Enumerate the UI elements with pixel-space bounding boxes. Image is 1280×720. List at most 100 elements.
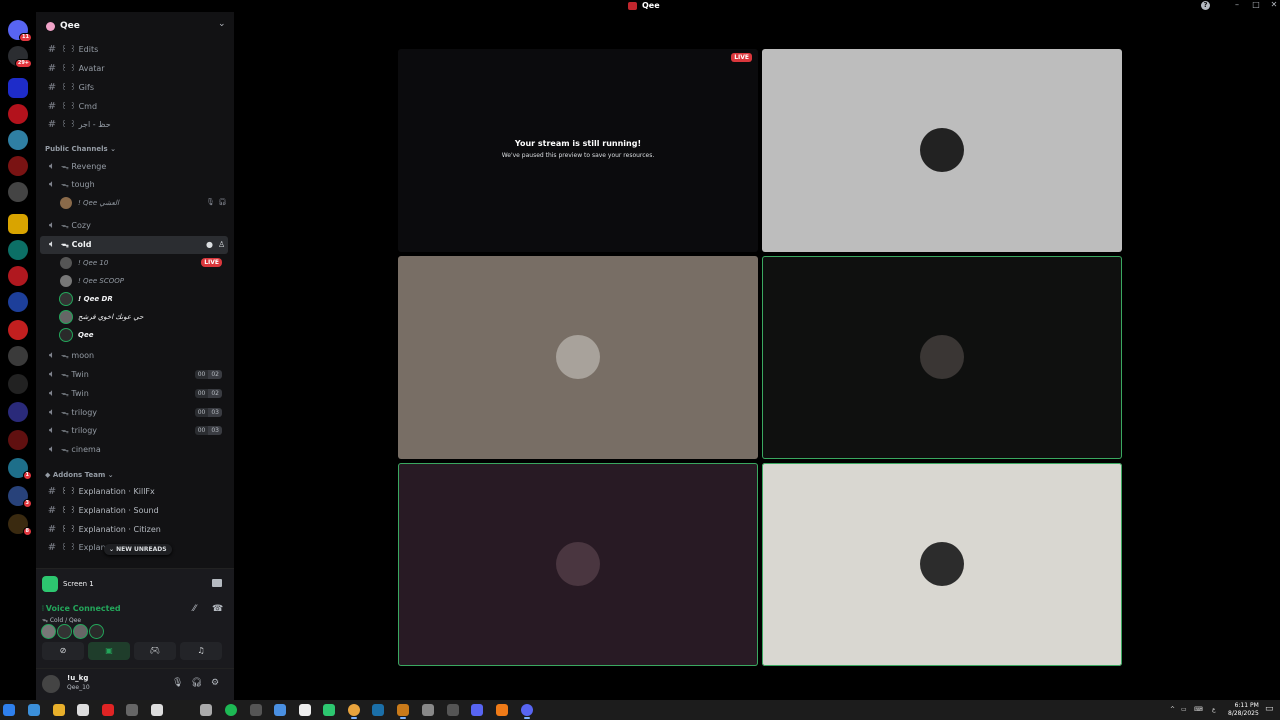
file-explorer-icon[interactable]: [53, 704, 65, 716]
notification-icon[interactable]: ▭: [1265, 704, 1274, 714]
server-icon[interactable]: 3: [8, 486, 32, 508]
avatar[interactable]: [74, 625, 87, 638]
screen-share-button[interactable]: ▣: [88, 642, 130, 660]
discord-icon[interactable]: [521, 704, 533, 719]
app-icon[interactable]: [422, 704, 434, 716]
direct-messages-icon[interactable]: 11: [8, 20, 32, 42]
server-icon[interactable]: [8, 104, 28, 124]
server-icon[interactable]: [8, 320, 28, 340]
participant-tile[interactable]: [762, 463, 1122, 666]
voice-member[interactable]: ! Qee العشي 🎙︎ 🎧︎: [60, 195, 228, 211]
server-icon[interactable]: [8, 78, 28, 98]
chrome-icon[interactable]: [348, 704, 360, 719]
keyboard-icon[interactable]: ⌨: [1194, 706, 1203, 713]
app-icon[interactable]: [397, 704, 409, 719]
voice-channel-trilogy[interactable]: 🔈︎ ᯓ trilogy 00 03: [40, 404, 228, 422]
voice-channel-path[interactable]: ᯓ Cold / Qee: [42, 616, 81, 624]
app-icon[interactable]: [200, 704, 212, 716]
camera-off-button[interactable]: ⊘: [42, 642, 84, 660]
spotify-icon[interactable]: [225, 704, 237, 716]
inbox-icon[interactable]: 29+: [8, 46, 32, 68]
voice-channel-revenge[interactable]: 🔈︎ ᯓ Revenge: [40, 158, 228, 176]
channel-luck[interactable]: # ꒰ ꒱ حظ - اجر: [40, 116, 228, 134]
avatar[interactable]: [90, 625, 103, 638]
invite-icon[interactable]: ♙: [218, 240, 225, 250]
participant-tile[interactable]: [398, 463, 758, 666]
voice-channel-cozy[interactable]: 🔈︎ ᯓ Cozy: [40, 217, 228, 235]
avatar[interactable]: [58, 625, 71, 638]
server-icon[interactable]: 8: [8, 514, 32, 536]
app-icon[interactable]: [496, 704, 508, 716]
help-icon[interactable]: ?: [1201, 1, 1210, 10]
headphones-icon[interactable]: 🎧︎: [191, 678, 202, 688]
stop-stream-icon[interactable]: [212, 579, 222, 587]
server-icon[interactable]: [8, 430, 28, 450]
server-icon[interactable]: [8, 182, 28, 202]
voice-status[interactable]: ⫶ Voice Connected: [42, 604, 121, 614]
server-icon[interactable]: [8, 266, 28, 286]
participant-tile[interactable]: [762, 256, 1122, 459]
channel-explanation-sound[interactable]: # ꒰ ꒱ Explanation · Sound: [40, 502, 228, 520]
windows-start-icon[interactable]: [3, 704, 15, 716]
channel-explanation-killfx[interactable]: # ꒰ ꒱ Explanation · KillFx: [40, 483, 228, 501]
steam-icon[interactable]: [372, 704, 384, 716]
avatar[interactable]: [42, 675, 60, 693]
server-icon[interactable]: [8, 402, 28, 422]
app-icon[interactable]: [250, 704, 262, 716]
channel-gifs[interactable]: # ꒰ ꒱ Gifs: [40, 79, 228, 97]
server-icon[interactable]: [8, 292, 28, 312]
minimize-button[interactable]: –: [1230, 0, 1244, 11]
app-icon[interactable]: [447, 704, 459, 716]
voice-channel-cold[interactable]: 🔈︎ ᯓ Cold ● ♙: [40, 236, 228, 254]
new-unreads-button[interactable]: ⌄ NEW UNREADS: [104, 544, 172, 555]
youtube-icon[interactable]: [102, 704, 114, 716]
server-icon[interactable]: [8, 156, 28, 176]
language-icon[interactable]: ع: [1212, 706, 1216, 713]
channel-avatar[interactable]: # ꒰ ꒱ Avatar: [40, 60, 228, 78]
maximize-button[interactable]: □: [1249, 0, 1263, 11]
server-icon[interactable]: 1: [8, 458, 32, 480]
voice-member[interactable]: ! Qee 10 LIVE: [60, 255, 228, 271]
voice-channel-cinema[interactable]: 🔈︎ ᯓ cinema: [40, 441, 228, 459]
voice-member[interactable]: ! Qee SCOOP: [60, 273, 228, 289]
server-icon[interactable]: [8, 374, 28, 394]
app-icon[interactable]: [151, 704, 163, 716]
close-button[interactable]: ✕: [1267, 0, 1280, 11]
clock[interactable]: 6:11 PM 8/28/2025: [1228, 702, 1259, 718]
voice-channel-tough[interactable]: 🔈︎ ᯓ tough: [40, 176, 228, 194]
voice-channel-twin[interactable]: 🔈︎ ᯓ Twin 00 02: [40, 385, 228, 403]
channel-cmd[interactable]: # ꒰ ꒱ Cmd: [40, 98, 228, 116]
participant-tile[interactable]: [398, 256, 758, 459]
stream-tile[interactable]: LIVE Your stream is still running! We've…: [398, 49, 758, 252]
channel-edits[interactable]: # ꒰ ꒱ Edits: [40, 41, 228, 59]
participant-tile[interactable]: [762, 49, 1122, 252]
chevron-up-icon[interactable]: ^: [1170, 706, 1175, 713]
gear-icon[interactable]: ⚙: [211, 678, 219, 688]
folder-icon[interactable]: [8, 214, 28, 234]
voice-member[interactable]: ! Qee DR: [60, 291, 228, 307]
disconnect-icon[interactable]: ☎: [212, 604, 223, 614]
voice-member[interactable]: حي عونك اخوي فرشح: [60, 309, 228, 325]
notepad-icon[interactable]: [299, 704, 311, 716]
server-icon[interactable]: [8, 240, 28, 260]
category-addons-team[interactable]: ◆ Addons Team ⌄: [45, 471, 114, 480]
activities-button[interactable]: 🎮︎: [134, 642, 176, 660]
voice-channel-twin[interactable]: 🔈︎ ᯓ Twin 00 02: [40, 366, 228, 384]
chat-bubble-icon[interactable]: ●: [206, 240, 213, 250]
category-public-channels[interactable]: Public Channels ⌄: [45, 145, 116, 154]
app-icon[interactable]: [28, 704, 40, 716]
server-icon[interactable]: [8, 346, 28, 366]
voice-channel-moon[interactable]: 🔈︎ ᯓ moon: [40, 347, 228, 365]
microphone-icon[interactable]: 🎙︎: [172, 678, 183, 688]
app-icon[interactable]: [274, 704, 286, 716]
noise-suppression-icon[interactable]: ⁄⁄: [193, 604, 196, 614]
app-icon[interactable]: [77, 704, 89, 716]
app-icon[interactable]: [323, 704, 335, 716]
server-icon[interactable]: [8, 130, 28, 150]
avatar[interactable]: [42, 625, 55, 638]
discord-icon[interactable]: [471, 704, 483, 716]
soundboard-button[interactable]: ♫: [180, 642, 222, 660]
server-header[interactable]: Qee ⌄: [36, 12, 234, 40]
voice-member[interactable]: Qee: [60, 327, 228, 343]
chevron-down-icon[interactable]: ⌄: [218, 19, 226, 29]
